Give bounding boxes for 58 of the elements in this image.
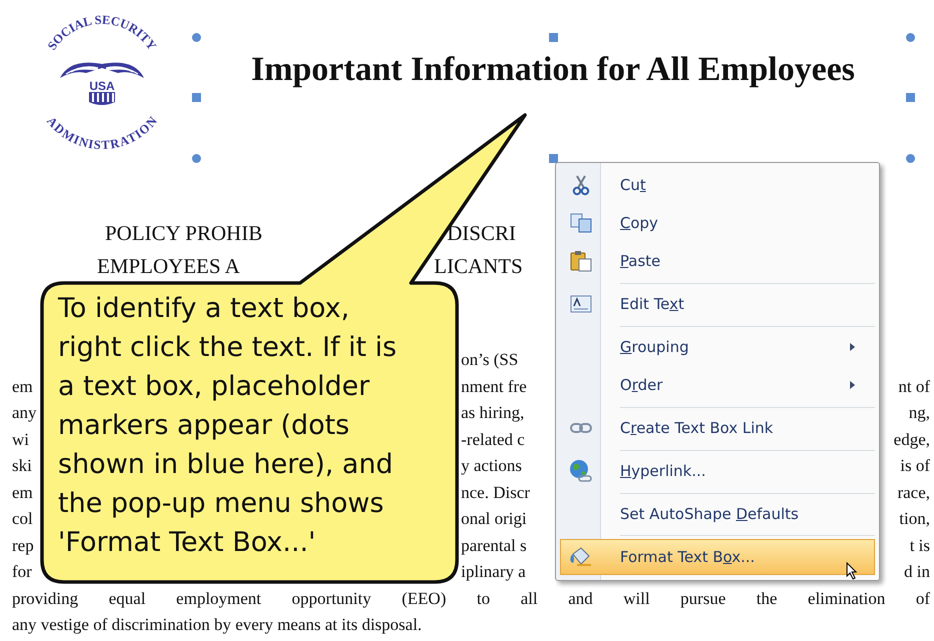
body-text: is of	[900, 456, 930, 475]
menu-item[interactable]: Cut	[559, 166, 876, 204]
selection-handle[interactable]	[192, 93, 200, 102]
selection-handle[interactable]	[192, 154, 200, 162]
submenu-arrow-icon	[850, 343, 855, 351]
scissors-icon	[571, 174, 591, 196]
body-text: any	[12, 403, 37, 422]
body-text: nment fre	[461, 376, 527, 396]
body-text: any vestige of discrimination by every means at its disposal.	[11, 614, 423, 636]
clipboard-icon	[570, 250, 592, 272]
menu-item[interactable]: Format Text Box...	[559, 533, 876, 576]
menu-item[interactable]: Paste	[559, 242, 876, 280]
body-text: as hiring,	[461, 403, 524, 422]
selection-handle[interactable]	[192, 32, 200, 42]
body-text: em	[12, 376, 33, 396]
body-text: onal origi	[461, 509, 527, 528]
body-text: ski	[12, 456, 32, 475]
body-text: d in	[904, 562, 930, 581]
body-text: wi	[12, 430, 29, 448]
text-box-icon	[570, 295, 592, 313]
menu-item[interactable]: Copy	[559, 204, 876, 242]
body-text: for	[12, 562, 32, 581]
paint-bucket-icon	[569, 546, 593, 568]
body-text: col	[12, 509, 33, 528]
body-text: on’s (SS	[461, 350, 518, 369]
body-text: t is	[910, 536, 930, 554]
mouse-pointer-icon	[846, 562, 858, 580]
selection-handle[interactable]	[548, 154, 558, 162]
selection-handle[interactable]	[906, 93, 914, 102]
body-text: iplinary a	[461, 562, 526, 581]
heading-text: LICANTS	[434, 253, 523, 280]
heading-text: POLICY PROHIB	[105, 221, 262, 245]
heading-text: DISCRI	[447, 220, 516, 247]
copy-icon	[570, 213, 592, 233]
body-text: tion,	[899, 509, 930, 528]
shield-drawing	[89, 92, 115, 105]
document-title: Important Information for All Employees	[250, 50, 856, 90]
globe-icon	[569, 459, 593, 483]
body-text: ng,	[908, 403, 930, 422]
selection-handle[interactable]	[906, 154, 914, 162]
body-text: providing equal employment opportunity (EEO) to all and will pursue the elimination of	[11, 588, 931, 610]
selection-handle[interactable]	[548, 32, 558, 42]
menu-item[interactable]: Order	[559, 366, 876, 404]
selection-handle[interactable]	[906, 32, 914, 42]
chain-link-icon	[570, 422, 592, 434]
seal-text: USA	[89, 79, 115, 93]
body-text: parental s	[461, 536, 527, 554]
body-text: rep	[12, 536, 34, 554]
body-text: y actions	[461, 456, 522, 475]
body-text: em	[12, 482, 33, 502]
body-text: nt of	[898, 376, 930, 396]
submenu-arrow-icon	[850, 381, 855, 389]
body-text: nce. Discr	[461, 482, 530, 502]
body-text: race,	[897, 482, 930, 502]
callout-text: To identify a text box, right click the text. If it is a text box, placeholder markers appear (dots shown in blue here), and the pop-up menu shows 'Format Text Box...'	[58, 292, 398, 560]
body-text: edge,	[894, 430, 930, 448]
heading-text: EMPLOYEES A	[97, 254, 240, 278]
body-text: -related c	[461, 430, 525, 448]
